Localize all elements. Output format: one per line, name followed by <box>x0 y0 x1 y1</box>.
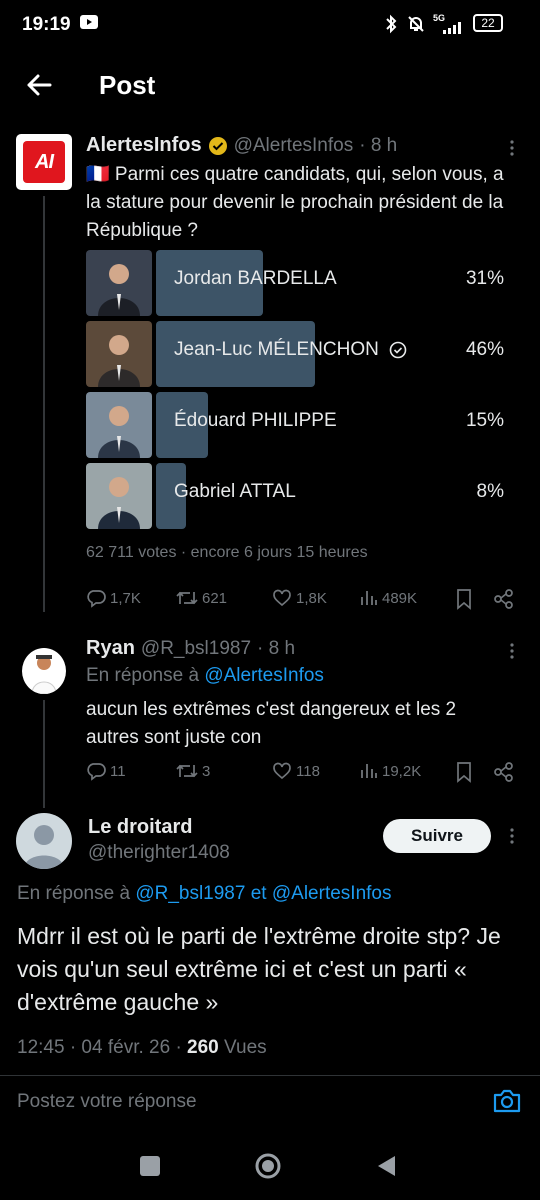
battery-icon: 22 <box>473 14 503 32</box>
reply-count: 11 <box>110 762 126 780</box>
poll-option[interactable]: Édouard PHILIPPE 15% <box>86 392 516 458</box>
poll-option-label: Jordan BARDELLA <box>174 268 337 290</box>
reply1-header: Ryan @R_bsl1987 · 8 h <box>86 637 295 660</box>
post-meta: 12:45 · 04 févr. 26 · 260 Vues <box>17 1037 267 1059</box>
author-handle[interactable]: @R_bsl1987 <box>141 638 251 660</box>
author-name[interactable]: Ryan <box>86 637 135 660</box>
author-handle[interactable]: @therighter1408 <box>88 842 230 864</box>
timestamp: 12:45 · 04 févr. 26 · <box>17 1037 182 1058</box>
like-button[interactable]: 1,8K <box>272 588 327 608</box>
candidate-photo <box>86 463 152 529</box>
avatar-ryan[interactable] <box>22 648 66 694</box>
status-time: 19:19 <box>22 14 71 35</box>
retweet-button[interactable]: 3 <box>176 761 210 781</box>
author-name[interactable]: Le droitard <box>88 816 192 839</box>
reply-button[interactable]: 11 <box>86 761 126 781</box>
reply1-actions: 11 3 118 19,2K <box>86 761 516 785</box>
poll-option-text: Jean-Luc MÉLENCHON <box>174 339 379 360</box>
candidate-photo <box>86 250 152 316</box>
reply1-text: aucun les extrêmes c'est dangereux et le… <box>86 699 457 748</box>
status-bar: 19:19 5G 22 <box>0 0 540 50</box>
reply-prefix: En réponse à <box>86 665 200 686</box>
reply-button[interactable]: 1,7K <box>86 588 141 608</box>
bluetooth-icon <box>384 14 398 34</box>
poll-option[interactable]: Gabriel ATTAL 8% <box>86 463 516 529</box>
like-count: 118 <box>296 762 320 780</box>
reply-to-link[interactable]: @R_bsl1987 <box>135 883 245 904</box>
reply-to-link[interactable]: @AlertesInfos <box>272 883 392 904</box>
back-arrow-icon[interactable] <box>24 70 54 100</box>
reply-to-link[interactable]: @AlertesInfos <box>204 665 324 686</box>
author-handle[interactable]: @AlertesInfos <box>234 135 354 157</box>
divider <box>0 1075 540 1076</box>
views-count: 489K <box>382 589 418 607</box>
youtube-notification-icon <box>80 15 98 29</box>
more-options-icon[interactable] <box>505 641 519 661</box>
tweet-header: AlertesInfos @AlertesInfos · 8 h <box>86 134 397 157</box>
reply-count: 1,7K <box>110 589 141 607</box>
tweet-time: · 8 h <box>257 637 296 659</box>
home-icon[interactable] <box>255 1153 281 1179</box>
more-options-icon[interactable] <box>505 826 519 846</box>
header: Post <box>0 56 540 114</box>
poll-option-text: Jordan BARDELLA <box>174 268 337 289</box>
recents-icon[interactable] <box>140 1156 160 1176</box>
verified-badge-icon <box>208 136 228 156</box>
poll-option-label: Édouard PHILIPPE <box>174 410 337 432</box>
reply-context: En réponse à @R_bsl1987 et @AlertesInfos <box>17 883 392 905</box>
like-button[interactable]: 118 <box>272 761 320 781</box>
poll-option[interactable]: Jean-Luc MÉLENCHON 46% <box>86 321 516 387</box>
share-icon[interactable] <box>493 588 515 610</box>
avatar-default[interactable] <box>16 813 72 869</box>
avatar-alertesinfos[interactable]: AI <box>16 134 72 190</box>
camera-icon[interactable] <box>492 1087 522 1115</box>
signal-icon <box>433 22 463 34</box>
views-button[interactable]: 489K <box>360 588 417 608</box>
views-label: Vues <box>224 1037 267 1058</box>
views-button[interactable]: 19,2K <box>360 761 421 781</box>
tweet-text: 🇫🇷 Parmi ces quatre candidats, qui, selo… <box>86 164 504 241</box>
more-options-icon[interactable] <box>505 138 519 158</box>
android-nav-bar <box>0 1128 540 1200</box>
share-icon[interactable] <box>493 761 515 783</box>
reply-input[interactable]: Postez votre réponse <box>17 1091 197 1113</box>
poll-option-percent: 31% <box>465 268 504 289</box>
poll-option-percent: 8% <box>476 481 504 502</box>
poll-option-label: Jean-Luc MÉLENCHON <box>174 339 407 361</box>
poll-meta: 62 711 votes · encore 6 jours 15 heures <box>86 544 368 561</box>
page-title: Post <box>99 70 156 100</box>
bookmark-icon[interactable] <box>455 588 473 610</box>
reply-context: En réponse à @AlertesInfos <box>86 665 324 687</box>
candidate-photo <box>86 392 152 458</box>
battery-level: 22 <box>481 16 495 30</box>
thread-line <box>43 700 45 808</box>
voted-check-icon <box>389 341 407 359</box>
retweet-count: 621 <box>202 589 228 607</box>
poll-option[interactable]: Jordan BARDELLA 31% <box>86 250 516 316</box>
poll-option-text: Édouard PHILIPPE <box>174 410 337 431</box>
tweet-time: · 8 h <box>359 134 398 156</box>
like-count: 1,8K <box>296 589 327 607</box>
poll-option-text: Gabriel ATTAL <box>174 481 296 502</box>
main-reply-text: Mdrr il est où le parti de l'extrême dro… <box>17 923 501 1015</box>
back-nav-icon[interactable] <box>375 1154 397 1178</box>
retweet-count: 3 <box>202 762 211 780</box>
retweet-button[interactable]: 621 <box>176 588 227 608</box>
bell-muted-icon <box>406 14 426 34</box>
views-count: 260 <box>187 1037 219 1058</box>
avatar-logo-text: AI <box>35 150 54 173</box>
reply-prefix: En réponse à <box>17 883 131 904</box>
poll-option-percent: 46% <box>465 339 504 360</box>
views-count: 19,2K <box>382 762 422 780</box>
author-name[interactable]: AlertesInfos <box>86 134 202 157</box>
thread-line <box>43 196 45 612</box>
poll-option-percent: 15% <box>465 410 504 431</box>
poll-option-label: Gabriel ATTAL <box>174 481 296 503</box>
follow-button[interactable]: Suivre <box>383 819 491 853</box>
bookmark-icon[interactable] <box>455 761 473 783</box>
tweet-actions: 1,7K 621 1,8K 489K <box>86 588 516 612</box>
candidate-photo <box>86 321 152 387</box>
reply-joiner: et <box>250 883 267 904</box>
